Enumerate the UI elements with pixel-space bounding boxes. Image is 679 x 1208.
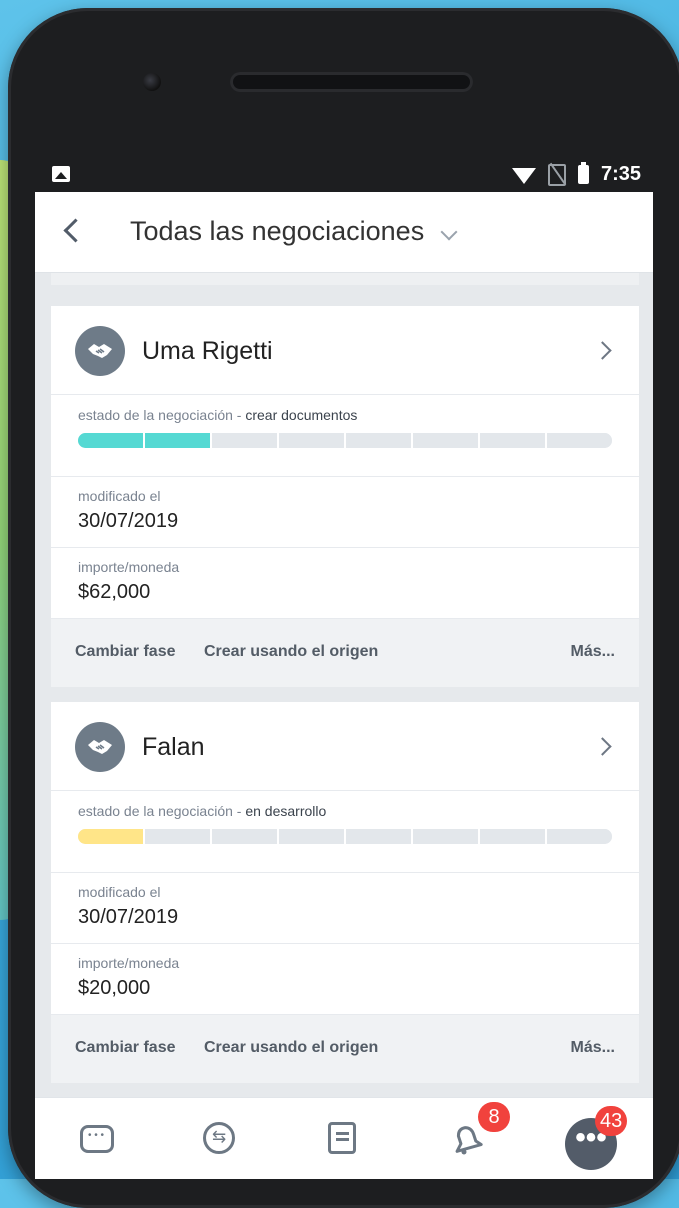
chevron-right-icon[interactable] <box>593 341 612 360</box>
progress-segment-filled <box>78 433 145 448</box>
deal-actions: Cambiar fase Crear usando el origen Más.… <box>51 1014 639 1083</box>
arrows-circle-icon <box>203 1122 235 1154</box>
status-bar: 7:35 <box>35 157 653 192</box>
previous-card-edge <box>51 273 639 285</box>
notifications-badge: 8 <box>478 1102 510 1132</box>
amount-field: importe/moneda $62,000 <box>51 548 639 618</box>
app-header: Todas las negociaciones <box>35 192 653 273</box>
deal-name: Falan <box>142 733 205 761</box>
progress-segment-empty <box>413 433 480 448</box>
progress-segment-empty <box>480 829 547 844</box>
wifi-icon <box>511 167 536 184</box>
modified-value: 30/07/2019 <box>78 906 179 928</box>
change-stage-button[interactable]: Cambiar fase <box>75 643 176 661</box>
bell-icon <box>455 1126 483 1155</box>
stage-progress-bar[interactable] <box>78 829 612 844</box>
deal-actions: Cambiar fase Crear usando el origen Más.… <box>51 618 639 687</box>
progress-segment-empty <box>279 433 346 448</box>
handshake-icon <box>88 740 112 754</box>
more-actions-button[interactable]: Más... <box>571 643 615 661</box>
deal-stage: estado de la negociación - en desarrollo <box>51 791 639 873</box>
chevron-down-icon[interactable] <box>440 223 458 241</box>
image-notification-icon <box>52 166 70 182</box>
progress-segment-empty <box>413 829 480 844</box>
progress-segment-empty <box>279 829 346 844</box>
progress-segment-empty <box>547 433 612 448</box>
progress-segment-empty <box>547 829 612 844</box>
no-sim-icon <box>547 163 566 186</box>
stage-label: estado de la negociación - en desarrollo <box>78 803 327 819</box>
back-arrow-icon[interactable] <box>63 218 88 243</box>
more-actions-button[interactable]: Más... <box>571 1039 615 1057</box>
create-from-source-button[interactable]: Crear usando el origen <box>204 643 378 661</box>
progress-segment-filled <box>78 829 145 844</box>
amount-field: importe/moneda $20,000 <box>51 944 639 1014</box>
document-list-icon <box>328 1122 356 1154</box>
deal-handshake-avatar <box>75 722 125 772</box>
deal-handshake-avatar <box>75 326 125 376</box>
progress-segment-empty <box>212 433 279 448</box>
status-indicators: 7:35 <box>511 162 641 186</box>
chevron-right-icon[interactable] <box>593 737 612 756</box>
deal-list: Uma Rigetti estado de la negociación - c… <box>35 273 653 1093</box>
stage-progress-bar[interactable] <box>78 433 612 448</box>
modified-label: modificado el <box>78 488 161 504</box>
progress-segment-empty <box>212 829 279 844</box>
modified-value: 30/07/2019 <box>78 510 179 532</box>
create-from-source-button[interactable]: Crear usando el origen <box>204 1039 378 1057</box>
deal-card-header[interactable]: Falan <box>51 702 639 791</box>
deal-card: Falan estado de la negociación - en desa… <box>51 702 639 1083</box>
progress-segment-filled <box>145 433 212 448</box>
progress-segment-empty <box>346 829 413 844</box>
amount-label: importe/moneda <box>78 955 180 971</box>
stage-label: estado de la negociación - crear documen… <box>78 407 358 423</box>
chat-icon[interactable] <box>78 1122 118 1162</box>
status-time: 7:35 <box>600 163 641 185</box>
modified-field: modificado el 30/07/2019 <box>51 873 639 944</box>
page-title[interactable]: Todas las negociaciones <box>130 216 424 247</box>
phone-screen: 7:35 Todas las negociaciones Uma Rigetti <box>35 157 653 1179</box>
chat-bubble-icon <box>80 1125 114 1153</box>
stage-value: crear documentos <box>245 407 358 423</box>
bottom-navigation: 8 ••• 43 <box>35 1097 653 1179</box>
progress-segment-empty <box>346 433 413 448</box>
modified-field: modificado el 30/07/2019 <box>51 477 639 548</box>
deal-card-header[interactable]: Uma Rigetti <box>51 306 639 395</box>
amount-value: $62,000 <box>78 581 151 603</box>
deal-card: Uma Rigetti estado de la negociación - c… <box>51 306 639 687</box>
progress-segment-empty <box>145 829 212 844</box>
handshake-icon <box>88 344 112 358</box>
modified-label: modificado el <box>78 884 161 900</box>
more-badge: 43 <box>595 1106 628 1136</box>
activity-stream-icon[interactable] <box>203 1122 243 1162</box>
amount-value: $20,000 <box>78 977 151 999</box>
progress-segment-empty <box>480 433 547 448</box>
earpiece-speaker <box>230 72 473 92</box>
stage-value: en desarrollo <box>245 803 327 819</box>
change-stage-button[interactable]: Cambiar fase <box>75 1039 176 1057</box>
more-icon[interactable]: ••• 43 <box>565 1106 628 1170</box>
notifications-icon[interactable]: 8 <box>448 1102 510 1162</box>
amount-label: importe/moneda <box>78 559 180 575</box>
battery-icon <box>577 162 589 184</box>
front-camera <box>143 73 161 91</box>
deal-name: Uma Rigetti <box>142 337 273 365</box>
tasks-icon[interactable] <box>328 1122 368 1162</box>
deal-stage: estado de la negociación - crear documen… <box>51 395 639 477</box>
